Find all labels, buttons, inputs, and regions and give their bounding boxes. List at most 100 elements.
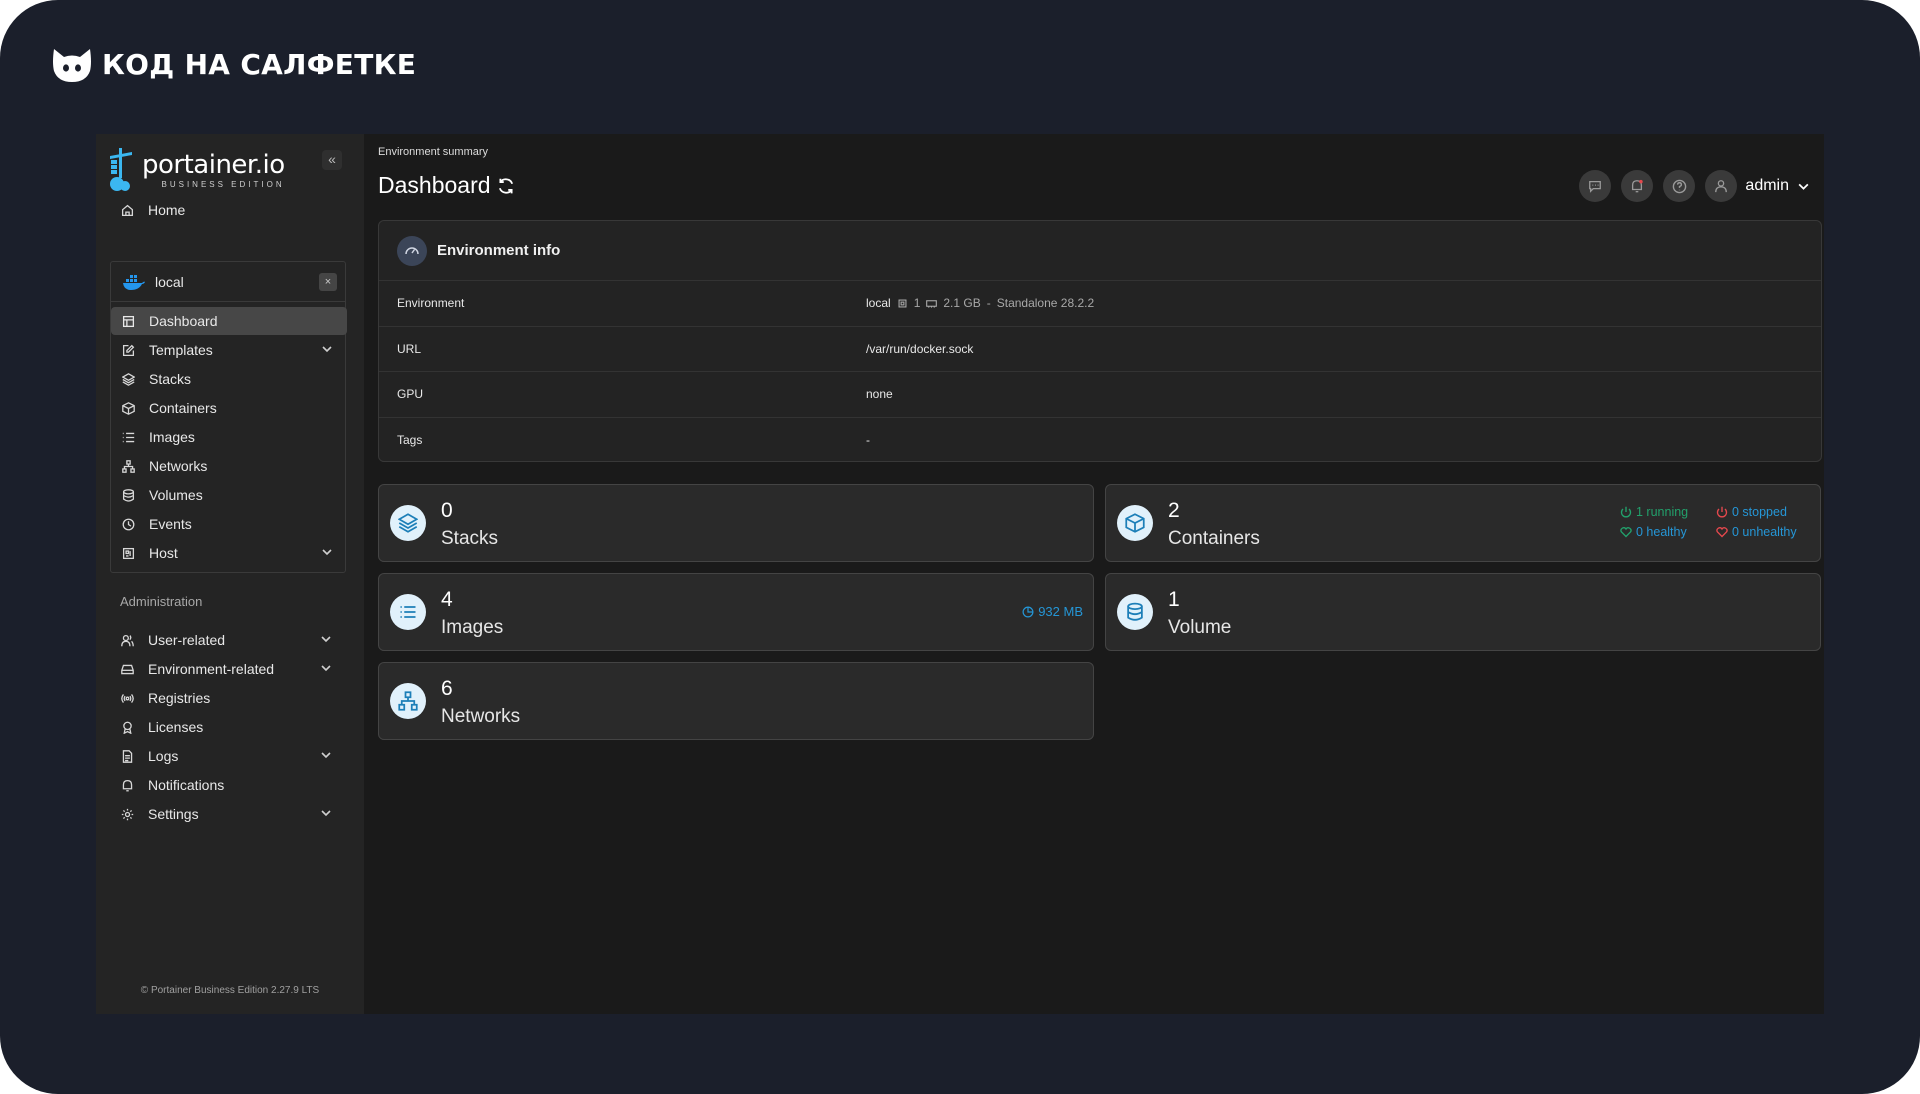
- sidebar-item-label: Registries: [148, 690, 211, 706]
- power-icon: [1620, 506, 1632, 518]
- username: admin: [1745, 177, 1789, 194]
- sidebar-item-containers[interactable]: Containers: [111, 394, 347, 422]
- docker-icon: [123, 274, 145, 290]
- radio-icon: [120, 691, 134, 705]
- images-size-value: 932 MB: [1038, 604, 1083, 619]
- memory-icon: [926, 299, 938, 308]
- running-count: 1 running: [1636, 505, 1689, 519]
- info-key: Tags: [397, 433, 423, 448]
- containers-count: 2: [1168, 499, 1180, 522]
- list-icon: [121, 430, 135, 444]
- volumes-card[interactable]: 1 Volume: [1105, 573, 1821, 651]
- sidebar-item-label: Images: [149, 429, 195, 445]
- list-icon: [390, 594, 426, 630]
- sidebar-item-label: Host: [149, 545, 178, 561]
- help-button[interactable]: [1663, 170, 1696, 202]
- stacks-card[interactable]: 0 Stacks: [378, 484, 1094, 562]
- main-content: Environment summary Dashboard admin Envi…: [364, 134, 1824, 1014]
- images-count: 4: [441, 588, 453, 611]
- brand: КОД НА САЛФЕТКЕ: [52, 44, 416, 84]
- networks-card[interactable]: 6 Networks: [378, 662, 1094, 740]
- gear-icon: [120, 807, 134, 821]
- clock-icon: [121, 517, 135, 531]
- cpu-count: 1: [913, 296, 921, 311]
- sidebar-item-user-related[interactable]: User-related: [110, 626, 346, 654]
- containers-card[interactable]: 2 Containers 1 running 0 stopped 0 healt…: [1105, 484, 1821, 562]
- networks-count: 6: [441, 677, 453, 700]
- outer-frame: КОД НА САЛФЕТКЕ portainer.io BUSINESS ED…: [0, 0, 1920, 1094]
- info-row-gpu: GPU none: [379, 372, 1821, 418]
- sidebar-item-label: Volumes: [149, 487, 203, 503]
- user-menu[interactable]: admin: [1705, 170, 1810, 202]
- refresh-icon[interactable]: [497, 177, 515, 195]
- sidebar-item-label: Logs: [148, 748, 179, 764]
- page-title: Dashboard: [378, 172, 515, 199]
- sidebar-item-settings[interactable]: Settings: [110, 800, 346, 828]
- portainer-app: portainer.io BUSINESS EDITION « Home loc…: [96, 134, 1824, 1014]
- chat-icon: [1589, 180, 1602, 193]
- sidebar-item-notifications[interactable]: Notifications: [110, 771, 346, 799]
- chevron-down-icon: [321, 665, 331, 672]
- info-row-environment: Environment local 1 2.1 GB - Standalone …: [379, 281, 1821, 327]
- sidebar-item-templates[interactable]: Templates: [111, 336, 347, 364]
- power-off-icon: [1716, 506, 1728, 518]
- home-icon: [120, 203, 134, 217]
- brand-name: КОД НА САЛФЕТКЕ: [102, 47, 417, 81]
- sidebar-item-home[interactable]: Home: [110, 196, 346, 224]
- notifications-button[interactable]: [1621, 170, 1654, 202]
- avatar: [1705, 170, 1738, 202]
- sidebar-item-dashboard[interactable]: Dashboard: [111, 307, 347, 335]
- feedback-button[interactable]: [1579, 170, 1612, 202]
- networks-label: Networks: [441, 706, 521, 727]
- environment-info-title: Environment info: [437, 242, 561, 259]
- stacks-count: 0: [441, 499, 453, 522]
- box-icon: [1117, 505, 1153, 541]
- chevron-down-icon: [321, 636, 331, 643]
- sidebar-item-stacks[interactable]: Stacks: [111, 365, 347, 393]
- sidebar-item-label: Home: [148, 202, 186, 218]
- sidebar-item-logs[interactable]: Logs: [110, 742, 346, 770]
- sidebar-item-label: Settings: [148, 806, 199, 822]
- sidebar-item-label: Networks: [149, 458, 208, 474]
- environment-type: Standalone 28.2.2: [996, 296, 1095, 311]
- sidebar-item-volumes[interactable]: Volumes: [111, 481, 347, 509]
- separator: -: [986, 296, 991, 311]
- portainer-logo[interactable]: portainer.io BUSINESS EDITION: [108, 148, 285, 194]
- sidebar-item-label: Dashboard: [149, 313, 218, 329]
- sidebar-item-licenses[interactable]: Licenses: [110, 713, 346, 741]
- volumes-label: Volume: [1168, 617, 1232, 638]
- environment-info-card: Environment info Environment local 1 2.1…: [378, 220, 1822, 462]
- images-label: Images: [441, 617, 504, 638]
- sidebar-footer: © Portainer Business Edition 2.27.9 LTS: [140, 985, 320, 996]
- box-icon: [121, 401, 135, 415]
- info-key: URL: [397, 341, 422, 356]
- sidebar-item-host[interactable]: Host: [111, 539, 347, 567]
- sidebar-item-environment-related[interactable]: Environment-related: [110, 655, 346, 683]
- info-row-url: URL /var/run/docker.sock: [379, 327, 1821, 372]
- environment-name-value: local: [866, 296, 891, 311]
- sidebar-item-networks[interactable]: Networks: [111, 452, 347, 480]
- award-icon: [120, 720, 134, 734]
- info-key: GPU: [397, 387, 424, 402]
- cat-logo-icon: [53, 49, 91, 82]
- containers-label: Containers: [1168, 528, 1260, 549]
- environment-header: local ×: [111, 262, 345, 302]
- portainer-crane-icon: [110, 148, 132, 191]
- sidebar-item-events[interactable]: Events: [111, 510, 347, 538]
- database-icon: [121, 488, 135, 502]
- server-icon: [120, 662, 134, 676]
- sidebar-item-registries[interactable]: Registries: [110, 684, 346, 712]
- sidebar-item-label: Licenses: [148, 719, 204, 735]
- environment-name: local: [155, 273, 184, 290]
- memory-size: 2.1 GB: [943, 296, 981, 311]
- close-environment-button[interactable]: ×: [319, 273, 337, 291]
- images-card[interactable]: 4 Images 932 MB: [378, 573, 1094, 651]
- info-value: local 1 2.1 GB - Standalone 28.2.2: [866, 296, 1094, 310]
- stacks-label: Stacks: [441, 528, 499, 549]
- healthy-count: 0 healthy: [1636, 525, 1687, 539]
- unhealthy-count: 0 unhealthy: [1732, 525, 1797, 539]
- chevron-down-icon: [322, 346, 332, 353]
- collapse-sidebar-button[interactable]: «: [322, 150, 342, 170]
- info-row-tags: Tags -: [379, 418, 1821, 464]
- sidebar-item-images[interactable]: Images: [111, 423, 347, 451]
